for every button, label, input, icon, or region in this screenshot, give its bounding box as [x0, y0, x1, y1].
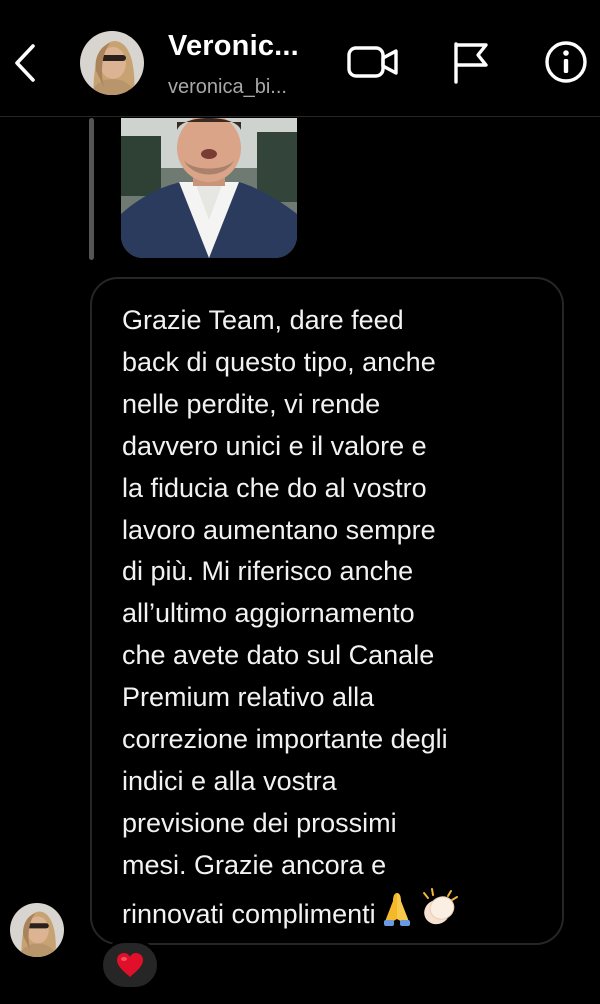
message-reaction[interactable] — [100, 940, 160, 990]
flag-icon — [454, 42, 488, 84]
video-call-button[interactable] — [346, 40, 400, 84]
report-button[interactable] — [448, 40, 492, 84]
reply-indicator-bar — [89, 118, 94, 260]
folded-hands-emoji — [378, 889, 416, 940]
back-chevron-icon — [15, 44, 35, 82]
chat-title[interactable]: Veronic... — [168, 30, 299, 63]
info-icon — [545, 41, 587, 83]
message-body: Grazie Team, dare feed back di questo ti… — [122, 305, 448, 929]
message-text: Grazie Team, dare feed back di questo ti… — [122, 300, 542, 940]
replied-video-thumbnail[interactable] — [121, 118, 297, 258]
back-button[interactable] — [8, 40, 42, 86]
chat-header: Veronic... veronica_bi... — [0, 0, 600, 117]
chat-username[interactable]: veronica_bi... — [168, 76, 287, 99]
avatar-photo — [10, 903, 64, 957]
video-call-icon — [347, 46, 398, 78]
sender-avatar[interactable] — [10, 903, 64, 957]
clapping-hands-emoji — [418, 887, 460, 940]
avatar-photo — [80, 31, 144, 95]
video-frame-image — [121, 118, 297, 258]
red-heart-emoji — [117, 953, 143, 977]
avatar[interactable] — [80, 31, 144, 95]
info-button[interactable] — [542, 40, 590, 84]
